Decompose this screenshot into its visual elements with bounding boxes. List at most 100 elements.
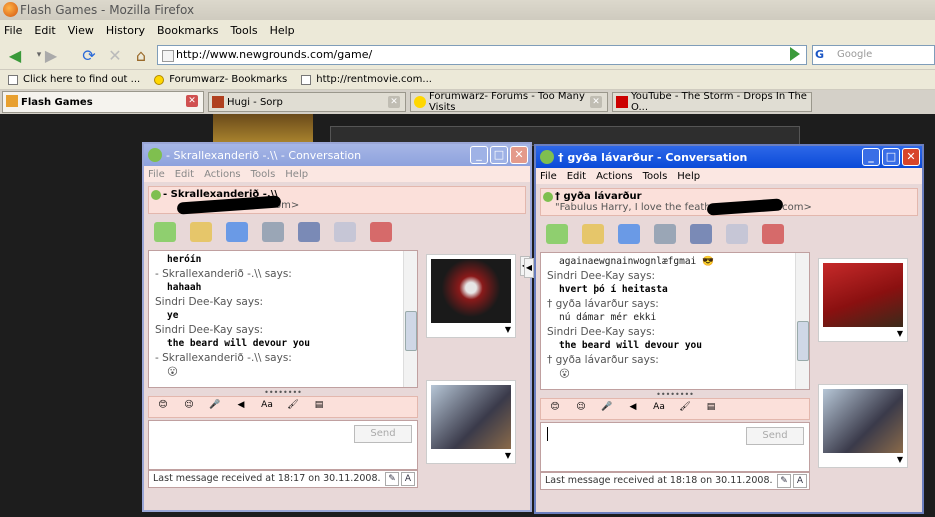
voice-clip-icon[interactable]: 🎤 <box>599 402 615 416</box>
close-tab-icon[interactable]: ✕ <box>186 95 198 107</box>
bookmark-item[interactable]: Click here to find out ... <box>8 74 140 85</box>
emoticon-icon[interactable]: 😊 <box>155 400 171 414</box>
handwriting-icon[interactable]: ✎ <box>777 474 791 488</box>
message-input[interactable]: Send <box>148 420 418 470</box>
nudge-icon[interactable]: ◀ <box>625 402 641 416</box>
menu-edit[interactable]: Edit <box>34 24 55 37</box>
handwriting-icon[interactable]: ✎ <box>385 472 399 486</box>
wink-icon[interactable]: 😉 <box>573 402 589 416</box>
menu-tools[interactable]: Tools <box>251 169 276 180</box>
chat-sender: - Skrallexanderið -.\\ says: <box>155 352 292 364</box>
background-icon[interactable]: 🖌 <box>285 400 301 414</box>
tab-youtube[interactable]: YouTube - The Storm - Drops In The O... <box>612 91 812 113</box>
ink-icon[interactable]: ▤ <box>703 402 719 416</box>
menu-actions[interactable]: Actions <box>204 169 241 180</box>
video-icon[interactable] <box>298 222 320 242</box>
tab-flash-games[interactable]: Flash Games ✕ <box>2 91 204 113</box>
emoticon-icon[interactable]: 😊 <box>547 402 563 416</box>
webcam-icon[interactable] <box>226 222 248 242</box>
chat-history[interactable]: heróín - Skrallexanderið -.\\ says: haha… <box>148 250 418 388</box>
tab-forumwarz[interactable]: Forumwarz- Forums - Too Many Visits ✕ <box>410 91 608 113</box>
reload-icon[interactable]: ⟳ <box>78 44 100 66</box>
menu-tools[interactable]: Tools <box>230 24 257 37</box>
own-avatar[interactable]: ▼ <box>426 380 516 464</box>
forward-arrow-icon[interactable]: ▶ <box>40 44 62 66</box>
maximize-button[interactable]: □ <box>882 148 900 166</box>
stop-icon[interactable]: ✕ <box>104 44 126 66</box>
menu-help[interactable]: Help <box>270 24 295 37</box>
invite-contact-icon[interactable] <box>154 222 176 242</box>
close-button[interactable]: ✕ <box>510 146 528 164</box>
send-button[interactable]: Send <box>354 425 412 443</box>
minimize-button[interactable]: _ <box>862 148 880 166</box>
tab-hugi-sorp[interactable]: Hugi - Sorp ✕ <box>208 92 406 112</box>
ink-icon[interactable]: ▤ <box>311 400 327 414</box>
menu-edit[interactable]: Edit <box>175 169 194 180</box>
contact-avatar[interactable]: ▼ <box>426 254 516 338</box>
call-icon[interactable] <box>654 224 676 244</box>
bookmark-item[interactable]: Forumwarz- Bookmarks <box>154 74 287 85</box>
own-avatar[interactable]: ▼ <box>818 384 908 468</box>
font-icon[interactable]: Aa <box>651 402 667 416</box>
menu-file[interactable]: File <box>540 171 557 182</box>
text-mode-icon[interactable]: A <box>793 474 807 488</box>
webcam-icon[interactable] <box>618 224 640 244</box>
avatar <box>431 259 511 323</box>
go-arrow-icon[interactable] <box>790 47 800 61</box>
back-arrow-icon[interactable]: ◀ <box>4 44 26 66</box>
contact-avatar[interactable]: ▼ <box>818 258 908 342</box>
chat-scrollbar[interactable] <box>795 253 809 389</box>
maximize-button[interactable]: □ <box>490 146 508 164</box>
menu-help[interactable]: Help <box>677 171 700 182</box>
close-button[interactable]: ✕ <box>902 148 920 166</box>
search-input[interactable]: G Google <box>812 45 935 65</box>
background-icon[interactable]: 🖌 <box>677 402 693 416</box>
minimize-button[interactable]: _ <box>470 146 488 164</box>
collapse-arrow-icon[interactable]: ◀ <box>524 258 534 278</box>
menu-edit[interactable]: Edit <box>567 171 586 182</box>
invite-contact-icon[interactable] <box>546 224 568 244</box>
splitter-handle[interactable]: •••••••• <box>148 388 418 397</box>
bookmark-item[interactable]: http://rentmovie.com... <box>301 74 432 85</box>
menu-help[interactable]: Help <box>285 169 308 180</box>
menu-view[interactable]: View <box>68 24 94 37</box>
menu-file[interactable]: File <box>4 24 22 37</box>
format-toolbar: 😊 😉 🎤 ◀ Aa 🖌 ▤ <box>540 398 810 420</box>
firefox-icon <box>3 2 18 17</box>
chevron-down-icon[interactable]: ▼ <box>505 451 511 460</box>
message-input[interactable]: Send <box>540 422 810 472</box>
wink-icon[interactable]: 😉 <box>181 400 197 414</box>
scroll-thumb[interactable] <box>405 311 417 351</box>
chevron-down-icon[interactable]: ▼ <box>505 325 511 334</box>
chevron-down-icon[interactable]: ▼ <box>897 455 903 464</box>
chat-scrollbar[interactable] <box>403 251 417 387</box>
block-contact-icon[interactable] <box>762 224 784 244</box>
menu-tools[interactable]: Tools <box>643 171 668 182</box>
voice-clip-icon[interactable]: 🎤 <box>207 400 223 414</box>
activities-icon[interactable] <box>726 224 748 244</box>
home-icon[interactable]: ⌂ <box>130 44 152 66</box>
close-tab-icon[interactable]: ✕ <box>590 96 602 108</box>
text-mode-icon[interactable]: A <box>401 472 415 486</box>
close-tab-icon[interactable]: ✕ <box>388 96 400 108</box>
menu-actions[interactable]: Actions <box>596 171 633 182</box>
scroll-thumb[interactable] <box>797 321 809 361</box>
chat-history[interactable]: againaewgnainwognlæfgmai 😎 Sindri Dee-Ka… <box>540 252 810 390</box>
video-icon[interactable] <box>690 224 712 244</box>
menu-bookmarks[interactable]: Bookmarks <box>157 24 218 37</box>
menu-file[interactable]: File <box>148 169 165 180</box>
call-icon[interactable] <box>262 222 284 242</box>
send-files-icon[interactable] <box>582 224 604 244</box>
font-icon[interactable]: Aa <box>259 400 275 414</box>
chevron-down-icon[interactable]: ▼ <box>897 329 903 338</box>
url-input[interactable]: http://www.newgrounds.com/game/ <box>157 45 807 65</box>
block-contact-icon[interactable] <box>370 222 392 242</box>
splitter-handle[interactable]: •••••••• <box>540 390 810 399</box>
window-title: † gyða lávarður - Conversation <box>558 150 748 164</box>
nudge-icon[interactable]: ◀ <box>233 400 249 414</box>
send-files-icon[interactable] <box>190 222 212 242</box>
send-button[interactable]: Send <box>746 427 804 445</box>
menu-history[interactable]: History <box>106 24 145 37</box>
activities-icon[interactable] <box>334 222 356 242</box>
window-menubar: File Edit Actions Tools Help <box>144 166 530 182</box>
